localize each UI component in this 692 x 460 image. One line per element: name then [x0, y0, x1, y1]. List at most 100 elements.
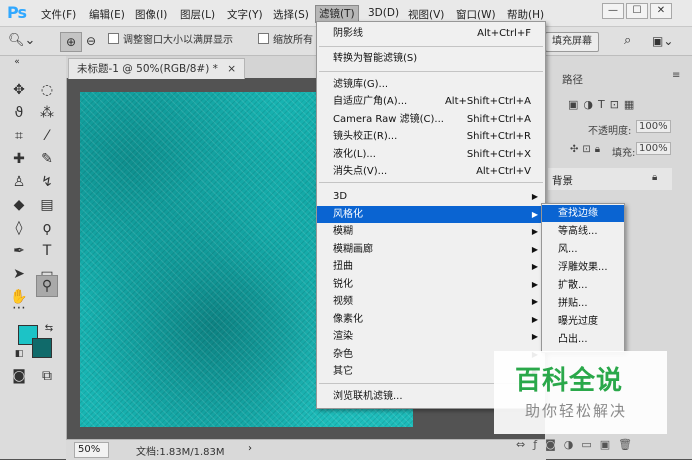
opacity-field[interactable]: 100%: [636, 120, 671, 133]
fill-field[interactable]: 100%: [636, 142, 671, 155]
document-tab-title: 未标题-1 @ 50%(RGB/8#) *: [77, 63, 218, 75]
menu-3d[interactable]: 3D(D): [368, 7, 399, 19]
submenu-item-diffuse[interactable]: 扩散...: [542, 277, 624, 294]
zoom-in-icon[interactable]: ⊕: [60, 32, 82, 52]
maximize-button[interactable]: ☐: [626, 3, 648, 19]
submenu-item-emboss[interactable]: 浮雕效果...: [542, 259, 624, 276]
submenu-item-wind[interactable]: 风...: [542, 241, 624, 258]
pen-tool-icon[interactable]: ✒: [8, 241, 30, 261]
status-arrow-icon[interactable]: ›: [248, 443, 252, 454]
submenu-arrow-icon: ▶: [531, 280, 538, 289]
submenu-item-contour[interactable]: 等高线...: [542, 223, 624, 240]
workspace-icon[interactable]: ▣⌄: [652, 32, 673, 50]
layer-filter-icons[interactable]: ▣◑T⊡▦: [568, 98, 639, 111]
zoom-tool-icon[interactable]: 🔍︎⌄: [8, 32, 35, 50]
zoom-all-label: 缩放所有: [273, 35, 313, 46]
background-color-swatch[interactable]: [32, 338, 52, 358]
submenu-item-tiles[interactable]: 拼贴...: [542, 295, 624, 312]
menu-help[interactable]: 帮助(H): [507, 7, 544, 22]
blur-tool-icon[interactable]: ◊: [8, 218, 30, 238]
move-tool-icon[interactable]: ✥: [8, 80, 30, 100]
layer-actions-icons[interactable]: ⇔ƒ◙◑▭▣🗑︎: [516, 438, 640, 451]
menu-item-last-filter[interactable]: 阴影线 Alt+Ctrl+F: [317, 25, 545, 42]
submenu-arrow-icon: ▶: [531, 227, 538, 236]
menu-item-stylize[interactable]: 风格化 ▶: [317, 206, 545, 223]
brush-tool-icon[interactable]: ✎: [36, 149, 58, 169]
stamp-tool-icon[interactable]: ♙: [8, 172, 30, 192]
submenu-item-find-edges[interactable]: 查找边缘: [542, 205, 624, 222]
menu-item-vanishing-point[interactable]: 消失点(V)... Alt+Ctrl+V: [317, 163, 545, 180]
search-icon[interactable]: ⌕: [624, 32, 631, 50]
menu-window[interactable]: 窗口(W): [456, 7, 496, 22]
screen-mode-icon[interactable]: ⧉: [36, 366, 58, 386]
submenu-arrow-icon: ▶: [531, 245, 538, 254]
menu-item-filter-gallery[interactable]: 滤镜库(G)...: [317, 76, 545, 93]
menu-item-video[interactable]: 视频 ▶: [317, 293, 545, 310]
menu-item-lens-correction[interactable]: 镜头校正(R)... Shift+Ctrl+R: [317, 128, 545, 145]
submenu-arrow-icon: ▶: [531, 297, 538, 306]
path-select-icon[interactable]: ➤: [8, 264, 30, 284]
document-tab[interactable]: 未标题-1 @ 50%(RGB/8#) * ×: [68, 58, 246, 79]
swap-colors-icon[interactable]: ⇆: [38, 319, 60, 339]
menu-view[interactable]: 视图(V): [408, 7, 444, 22]
ellipse-marquee-icon[interactable]: ◌: [36, 80, 58, 100]
menu-separator: [319, 46, 543, 47]
minimize-button[interactable]: —: [602, 3, 624, 19]
edit-toolbar-icon[interactable]: ⋯: [8, 298, 30, 318]
menu-item-pixelate[interactable]: 像素化 ▶: [317, 311, 545, 328]
menu-item-camera-raw[interactable]: Camera Raw 滤镜(C)... Shift+Ctrl+A: [317, 111, 545, 128]
zoom-tool-selected-icon[interactable]: ⚲: [36, 275, 58, 297]
fill-label: 填充:: [612, 148, 636, 159]
zoom-all-checkbox[interactable]: 缩放所有: [258, 32, 313, 50]
menu-item-blur[interactable]: 模糊 ▶: [317, 223, 545, 240]
close-button[interactable]: ✕: [650, 3, 672, 19]
submenu-arrow-icon: ▶: [531, 332, 538, 341]
eyedropper-icon[interactable]: ⁄: [36, 126, 58, 146]
submenu-item-solarize[interactable]: 曝光过度: [542, 313, 624, 330]
menu-item-3d[interactable]: 3D ▶: [317, 188, 545, 205]
document-info[interactable]: 文档:1.83M/1.83M: [136, 443, 225, 458]
crop-tool-icon[interactable]: ⌗: [8, 126, 30, 146]
tab-paths[interactable]: 路径: [562, 72, 583, 87]
panel-menu-icon[interactable]: ≡: [672, 70, 680, 81]
menu-item-blur-gallery[interactable]: 模糊画廊 ▶: [317, 241, 545, 258]
stylize-submenu: 查找边缘 等高线... 风... 浮雕效果... 扩散... 拼贴... 曝光过…: [541, 203, 625, 353]
menu-image[interactable]: 图像(I): [135, 7, 167, 22]
menu-separator: [319, 71, 543, 72]
magic-wand-icon[interactable]: ⁂: [36, 103, 58, 123]
menu-item-distort[interactable]: 扭曲 ▶: [317, 258, 545, 275]
history-brush-icon[interactable]: ↯: [36, 172, 58, 192]
resize-window-checkbox[interactable]: 调整窗口大小以满屏显示: [108, 32, 233, 50]
dodge-tool-icon[interactable]: ϙ: [36, 218, 58, 238]
healing-brush-icon[interactable]: ✚: [8, 149, 30, 169]
zoom-out-icon[interactable]: ⊖: [86, 32, 96, 50]
menu-item-sharpen[interactable]: 锐化 ▶: [317, 276, 545, 293]
gradient-tool-icon[interactable]: ▤: [36, 195, 58, 215]
tab-close-icon[interactable]: ×: [227, 63, 236, 75]
submenu-arrow-icon: ▶: [531, 192, 538, 201]
lock-icons[interactable]: ✣⊡🔒︎: [570, 144, 604, 155]
watermark-title: 百科全说: [515, 366, 624, 396]
eraser-tool-icon[interactable]: ◆: [8, 195, 30, 215]
zoom-level-field[interactable]: 50%: [74, 442, 109, 458]
menu-layer[interactable]: 图层(L): [180, 7, 215, 22]
menu-item-liquify[interactable]: 液化(L)... Shift+Ctrl+X: [317, 146, 545, 163]
menu-item-convert-smart[interactable]: 转换为智能滤镜(S): [317, 50, 545, 67]
quick-mask-icon[interactable]: ◙: [8, 366, 30, 386]
default-colors-icon[interactable]: ◧: [8, 344, 30, 364]
resize-window-label: 调整窗口大小以满屏显示: [123, 35, 233, 46]
submenu-item-extrude[interactable]: 凸出...: [542, 331, 624, 348]
menu-item-render[interactable]: 渲染 ▶: [317, 328, 545, 345]
type-tool-icon[interactable]: T: [36, 241, 58, 261]
watermark-subtitle: 助你轻松解决: [525, 402, 628, 420]
layer-lock-icon: 🔒︎: [652, 172, 658, 183]
menu-item-adaptive-wide-angle[interactable]: 自适应广角(A)... Alt+Shift+Ctrl+A: [317, 93, 545, 110]
menu-select[interactable]: 选择(S): [273, 7, 309, 22]
fill-screen-button[interactable]: 填充屏幕: [545, 32, 599, 52]
lasso-tool-icon[interactable]: ϑ: [8, 103, 30, 123]
menu-edit[interactable]: 编辑(E): [89, 7, 125, 22]
menu-type[interactable]: 文字(Y): [227, 7, 263, 22]
panel-collapse-icon[interactable]: «: [6, 56, 28, 68]
menu-separator: [319, 182, 543, 183]
menu-file[interactable]: 文件(F): [41, 7, 76, 22]
